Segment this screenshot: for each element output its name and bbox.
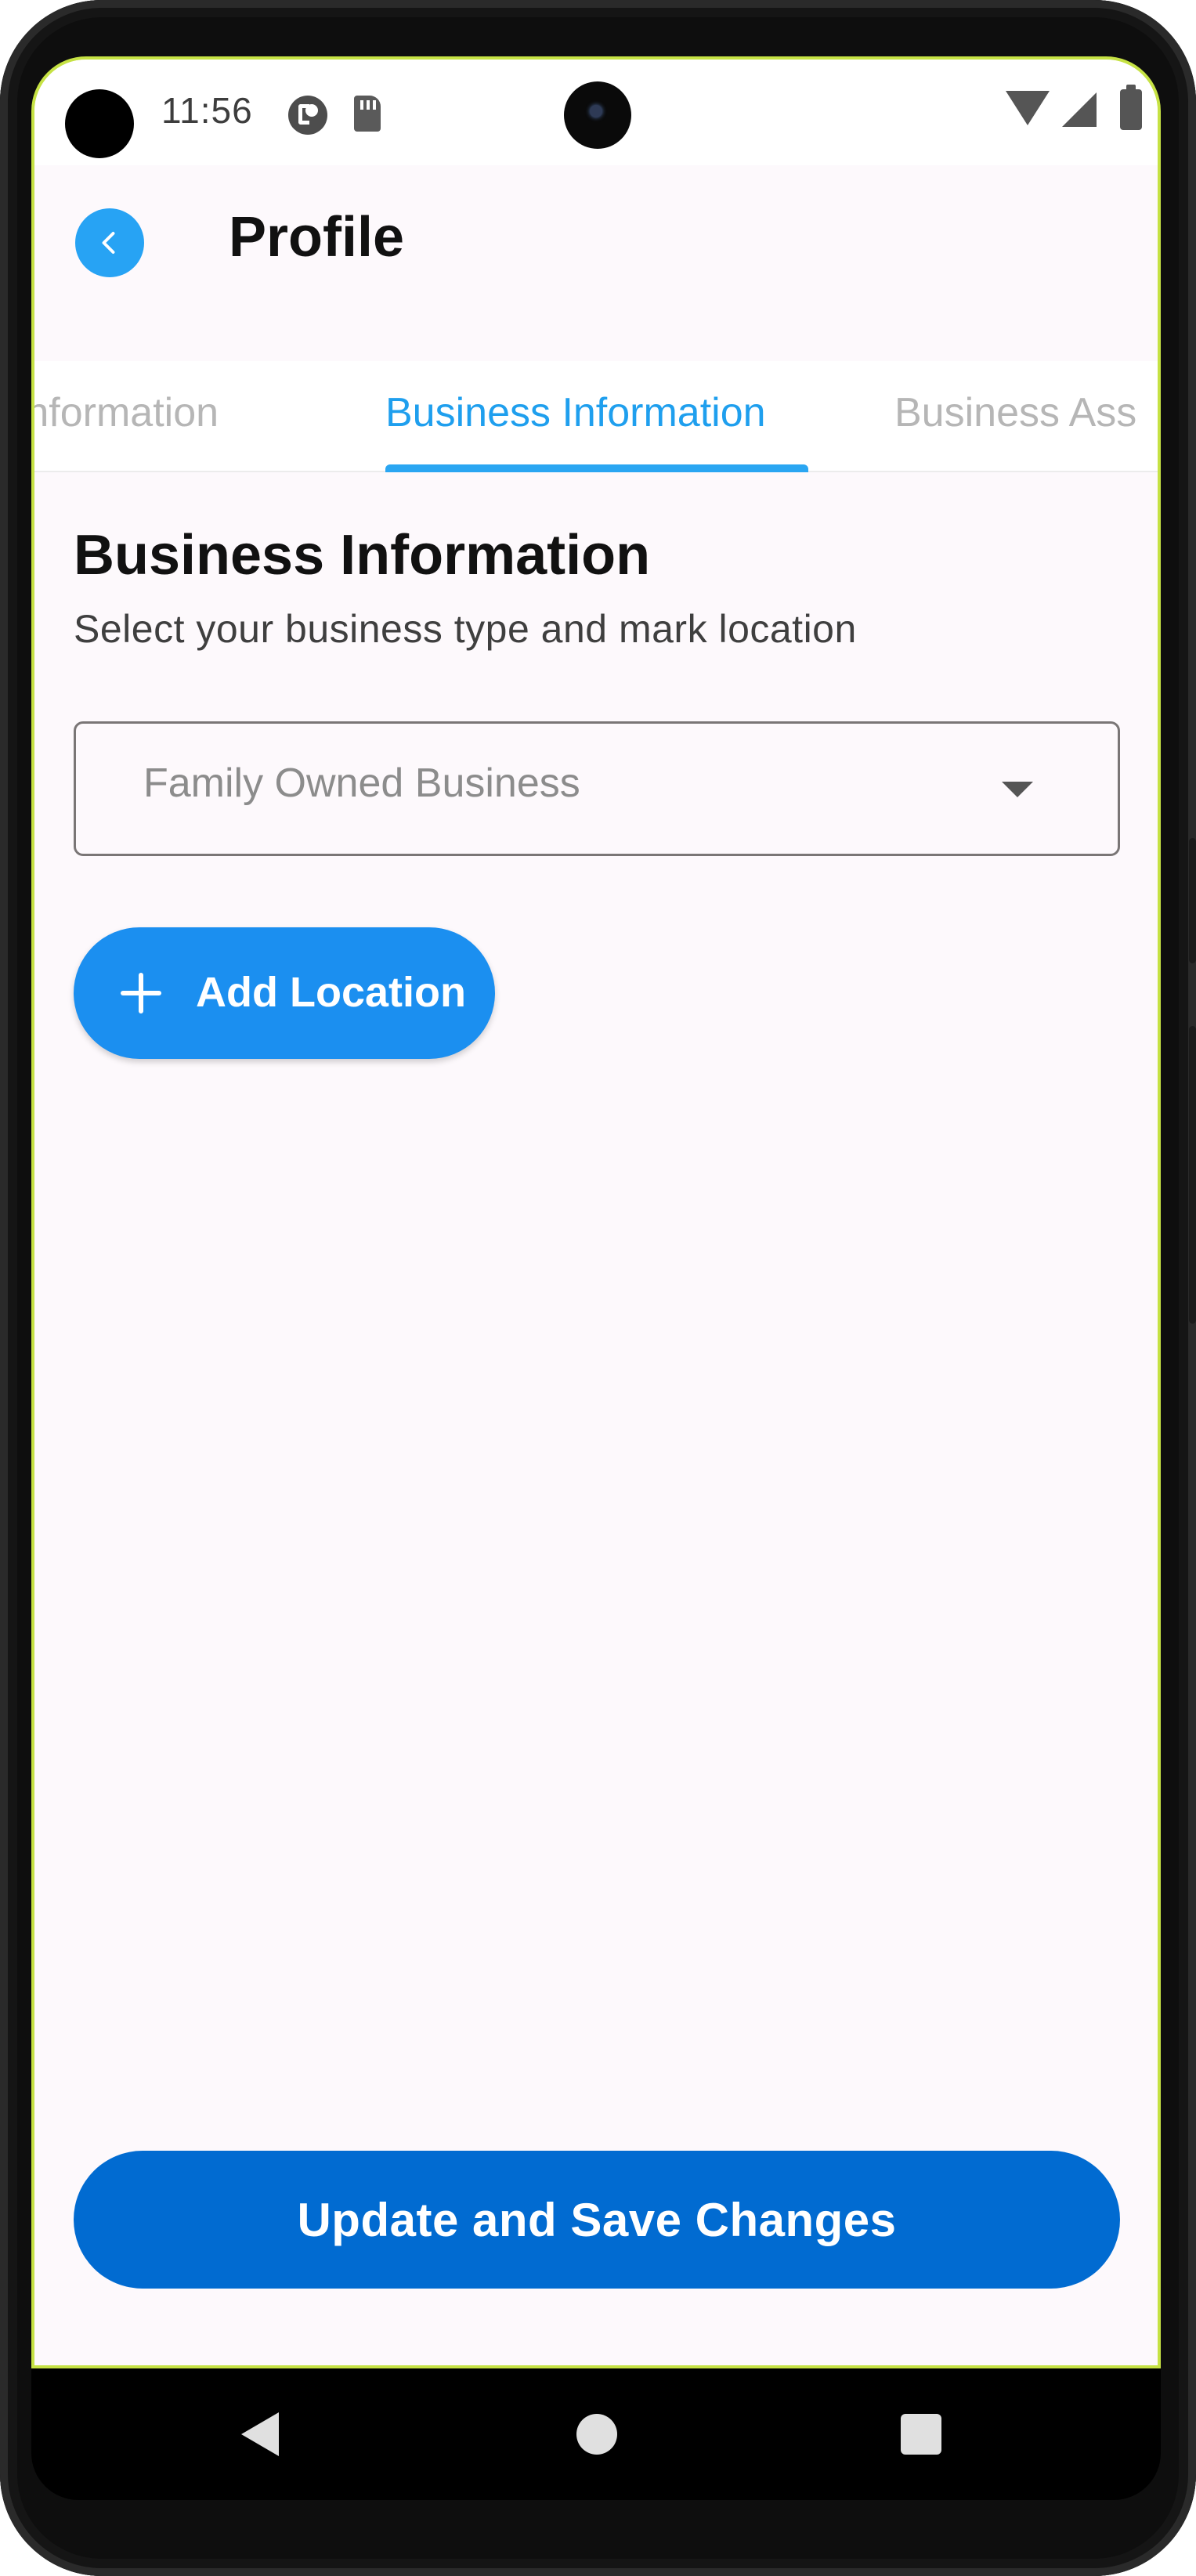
page-title: Profile: [229, 206, 405, 269]
status-bar: 11:56: [34, 60, 1158, 165]
plus-icon: [119, 971, 163, 1015]
tab-business-information[interactable]: Business Information: [385, 389, 766, 436]
active-tab-indicator: [385, 464, 808, 472]
dropdown-selected-value: Family Owned Business: [143, 761, 580, 806]
tab-personal-information[interactable]: al Information: [34, 389, 219, 436]
status-time: 11:56: [161, 90, 253, 131]
sd-card-icon: [354, 96, 381, 132]
p-notification-icon: [288, 96, 327, 135]
section-subtitle: Select your business type and mark locat…: [74, 607, 857, 651]
business-type-dropdown[interactable]: Family Owned Business: [74, 721, 1120, 856]
screen: 11:56 Profile al Information Business In…: [31, 56, 1161, 2368]
add-location-button[interactable]: Add Location: [74, 927, 495, 1059]
nav-recents-icon[interactable]: [901, 2414, 941, 2455]
chevron-left-icon: [102, 232, 115, 254]
tab-bar: al Information Business Information Busi…: [34, 361, 1158, 472]
system-nav-bar: [31, 2368, 1161, 2500]
device-frame: 11:56 Profile al Information Business In…: [0, 0, 1196, 2576]
nav-home-icon[interactable]: [576, 2414, 617, 2455]
cellular-signal-icon: [1062, 92, 1097, 127]
tab-business-assets[interactable]: Business Ass: [894, 389, 1136, 436]
punch-hole: [65, 89, 134, 158]
volume-button: [1189, 838, 1196, 963]
dropdown-arrow-icon: [1002, 782, 1033, 797]
power-button: [1189, 1026, 1196, 1324]
front-camera: [564, 81, 631, 149]
save-button-label: Update and Save Changes: [297, 2193, 897, 2246]
update-save-button[interactable]: Update and Save Changes: [74, 2151, 1120, 2289]
add-location-label: Add Location: [196, 969, 466, 1016]
wifi-icon: [1006, 91, 1050, 125]
section-title: Business Information: [74, 524, 651, 587]
back-button[interactable]: [75, 208, 144, 277]
nav-back-icon[interactable]: [241, 2412, 279, 2456]
battery-icon: [1120, 85, 1142, 130]
